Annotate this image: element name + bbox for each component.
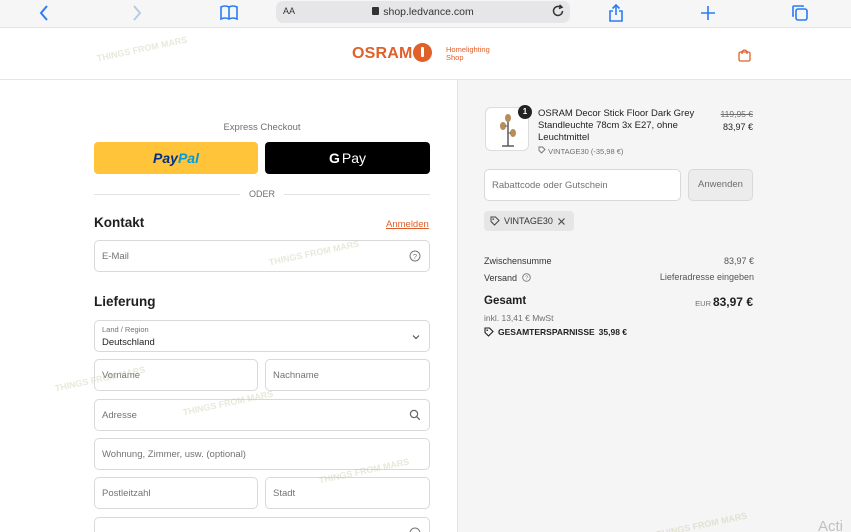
logo-subtitle: Homelighting Shop bbox=[446, 46, 490, 62]
subtotal-value: 83,97 € bbox=[723, 256, 754, 266]
activation-overlay-text: Acti bbox=[818, 518, 844, 532]
applied-coupon-chip: VINTAGE30 bbox=[484, 211, 574, 231]
savings-value: 35,98 € bbox=[598, 327, 628, 337]
email-field[interactable]: E-Mail ? bbox=[94, 240, 430, 272]
tag-icon bbox=[484, 327, 494, 337]
country-value: Deutschland bbox=[102, 337, 155, 348]
shipping-label: Versand bbox=[484, 273, 518, 283]
phone-field-partial[interactable] bbox=[94, 517, 430, 532]
city-field[interactable]: Stadt bbox=[265, 477, 430, 509]
subtotal-row: Zwischensumme 83,97 € bbox=[484, 256, 754, 266]
reload-icon[interactable] bbox=[551, 4, 565, 21]
total-savings: GESAMTERSPARNISSE 35,98 € bbox=[484, 327, 627, 337]
address-bar[interactable]: AA shop.ledvance.com bbox=[276, 1, 570, 23]
google-g-icon: G bbox=[328, 150, 340, 166]
help-question-icon[interactable] bbox=[409, 527, 421, 532]
total-currency: EUR bbox=[695, 299, 711, 308]
address-placeholder: Adresse bbox=[102, 410, 137, 421]
lock-icon bbox=[372, 7, 380, 15]
svg-text:?: ? bbox=[413, 252, 417, 261]
delivery-heading: Lieferung bbox=[94, 294, 156, 309]
apartment-placeholder: Wohnung, Zimmer, usw. (optional) bbox=[102, 449, 246, 460]
login-link[interactable]: Anmelden bbox=[386, 219, 429, 230]
logo-subtitle-line2: Shop bbox=[446, 53, 464, 62]
remove-coupon-close-icon[interactable] bbox=[557, 217, 566, 226]
tag-icon bbox=[490, 216, 500, 226]
lastname-field[interactable]: Nachname bbox=[265, 359, 430, 391]
shipping-value: Lieferadresse eingeben bbox=[659, 272, 754, 282]
url-text: shop.ledvance.com bbox=[383, 6, 474, 18]
google-pay-button[interactable]: G Pay bbox=[265, 142, 430, 174]
share-icon[interactable] bbox=[608, 4, 624, 22]
bookmarks-book-icon[interactable] bbox=[219, 4, 239, 22]
product-discount-code-text: VINTAGE30 (-35,98 €) bbox=[548, 147, 624, 156]
back-chevron-icon[interactable] bbox=[38, 4, 50, 22]
shopping-bag-icon[interactable] bbox=[738, 48, 751, 65]
discount-code-input[interactable]: Rabattcode oder Gutschein bbox=[484, 169, 681, 201]
new-tab-plus-icon[interactable] bbox=[700, 4, 716, 22]
order-summary-column: 1 OSRAM Decor Stick Floor Dark Grey Stan… bbox=[457, 80, 851, 532]
product-discount-code: VINTAGE30 (-35,98 €) bbox=[538, 146, 623, 156]
tax-line: inkl. 13,41 € MwSt bbox=[484, 313, 554, 323]
discount-placeholder: Rabattcode oder Gutschein bbox=[492, 180, 608, 191]
express-checkout-label: Express Checkout bbox=[223, 122, 301, 133]
shipping-row: Versand ? Lieferadresse eingeben bbox=[484, 272, 754, 283]
tag-icon bbox=[538, 146, 546, 154]
price-discounted: 83,97 € bbox=[722, 122, 753, 132]
savings-label: GESAMTERSPARNISSE bbox=[498, 327, 595, 337]
search-icon bbox=[409, 409, 421, 424]
osram-logo-bulb-icon[interactable] bbox=[413, 43, 432, 62]
contact-heading: Kontakt bbox=[94, 215, 145, 230]
lastname-placeholder: Nachname bbox=[273, 370, 319, 381]
product-name: OSRAM Decor Stick Floor Dark Grey Standl… bbox=[538, 108, 695, 143]
google-pay-label: Pay bbox=[341, 150, 366, 166]
browser-toolbar: AA shop.ledvance.com bbox=[0, 0, 851, 28]
price-original: 119,95 € bbox=[720, 109, 753, 119]
quantity-badge: 1 bbox=[518, 105, 532, 119]
help-question-icon[interactable]: ? bbox=[409, 250, 421, 265]
shipping-help-icon[interactable]: ? bbox=[521, 273, 531, 282]
country-label: Land / Region bbox=[102, 325, 149, 334]
or-label: ODER bbox=[240, 189, 284, 199]
paypal-text-part2: Pal bbox=[177, 150, 199, 166]
email-placeholder: E-Mail bbox=[102, 251, 129, 262]
apply-discount-button[interactable]: Anwenden bbox=[688, 169, 753, 201]
paypal-text-part1: Pay bbox=[153, 150, 178, 166]
zip-placeholder: Postleitzahl bbox=[102, 488, 151, 499]
svg-text:?: ? bbox=[525, 276, 528, 282]
forward-chevron-icon[interactable] bbox=[131, 4, 143, 22]
url-text-wrap: shop.ledvance.com bbox=[276, 6, 570, 18]
subtotal-label: Zwischensumme bbox=[484, 256, 552, 266]
tabs-overview-icon[interactable] bbox=[791, 4, 809, 22]
paypal-button[interactable]: PayPal bbox=[94, 142, 258, 174]
coupon-code: VINTAGE30 bbox=[504, 216, 553, 226]
zip-field[interactable]: Postleitzahl bbox=[94, 477, 258, 509]
city-placeholder: Stadt bbox=[273, 488, 296, 499]
total-value: 83,97 € bbox=[712, 295, 753, 309]
osram-logo-text[interactable]: OSRAM bbox=[352, 45, 413, 63]
country-select[interactable]: Land / Region Deutschland bbox=[94, 320, 430, 352]
address-field[interactable]: Adresse bbox=[94, 399, 430, 431]
chevron-down-icon bbox=[411, 332, 421, 345]
total-label: Gesamt bbox=[484, 295, 527, 307]
